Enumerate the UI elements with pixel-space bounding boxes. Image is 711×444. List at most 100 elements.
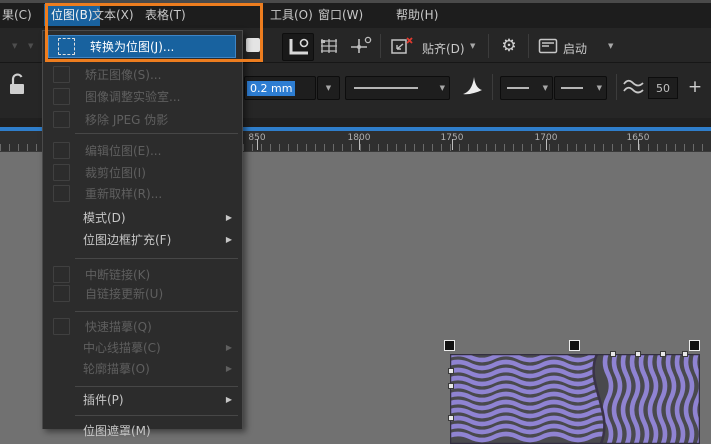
submenu-arrow-icon: ▶: [226, 235, 232, 244]
unlock-icon: [6, 70, 28, 98]
toolbar-separator: [380, 34, 381, 58]
arrowhead-preview: [561, 87, 583, 89]
submenu-arrow-icon: ▶: [226, 213, 232, 222]
curve-node[interactable]: [682, 351, 688, 357]
selection-handle-top-left[interactable]: [444, 340, 455, 351]
menu-separator: [75, 133, 238, 134]
wave-value: 50: [656, 82, 670, 95]
snap-label[interactable]: 贴齐(D): [422, 40, 465, 57]
disabled-dropdown-icon: ▼: [28, 42, 33, 50]
propbar-separator: [492, 74, 493, 100]
outline-width-input[interactable]: 0.2 mm: [244, 76, 316, 100]
annotation-highlight-box: [45, 3, 263, 62]
launch-button-icon-area[interactable]: [536, 33, 560, 59]
toolbar-separator: [528, 34, 529, 58]
menu-item-resample[interactable]: 重新取样(R)...: [44, 183, 241, 204]
arrow-end-selector[interactable]: ▼: [554, 76, 607, 100]
options-button[interactable]: ⚙: [496, 33, 522, 59]
dynamic-guides-button[interactable]: [282, 33, 314, 61]
menu-item-crop-bitmap[interactable]: 裁剪位图(I): [44, 162, 241, 183]
resample-icon: [53, 185, 70, 202]
guidelines-button[interactable]: [346, 33, 374, 59]
menu-separator: [75, 415, 238, 416]
wavy-stripes-artwork: [450, 354, 700, 444]
line-style-preview: [354, 87, 418, 89]
ruler-major-tick: [257, 139, 258, 150]
menu-item-quick-trace[interactable]: 快速描摹(Q): [44, 316, 241, 337]
submenu-arrow-icon: ▶: [226, 364, 232, 373]
snap-off-button[interactable]: [388, 33, 416, 59]
selected-bitmap-object[interactable]: [450, 354, 700, 444]
launch-label[interactable]: 启动: [563, 40, 587, 57]
snap-dropdown-icon[interactable]: ▼: [470, 42, 475, 50]
curve-node[interactable]: [448, 383, 454, 389]
break-link-icon: [53, 266, 70, 283]
chevron-down-icon: ▼: [440, 84, 445, 92]
chevron-down-icon: ▼: [326, 84, 331, 92]
curve-node[interactable]: [610, 351, 616, 357]
guideline-cross-icon: [348, 36, 372, 56]
snap-icon: [390, 36, 415, 56]
quick-trace-icon: [53, 318, 70, 335]
arrowhead-preview: [507, 87, 529, 89]
submenu-arrow-icon: ▶: [226, 343, 232, 352]
launch-panel-icon: [538, 38, 558, 54]
gear-icon: ⚙: [501, 36, 516, 56]
menu-item-centerline-trace[interactable]: 中心线描摹(C) ▶: [44, 337, 241, 358]
menu-help[interactable]: 帮助(H): [396, 6, 438, 25]
menu-item-update-from-link[interactable]: 自链接更新(U): [44, 283, 241, 304]
menu-item-plugins[interactable]: 插件(P) ▶: [44, 389, 241, 410]
lock-ratio-button[interactable]: [6, 70, 28, 98]
menu-separator: [75, 258, 238, 259]
update-link-icon: [53, 285, 70, 302]
wave-icon: [622, 77, 646, 97]
ruler-major-tick: [638, 139, 639, 150]
menu-item-bitmap-mask-clipped[interactable]: 位图遮罩(M): [44, 420, 241, 441]
menu-item-image-adjustment-lab[interactable]: 图像调整实验室...: [44, 86, 241, 107]
outline-width-value: 0.2 mm: [247, 81, 295, 96]
increment-button[interactable]: +: [684, 75, 706, 99]
menu-item-edit-bitmap[interactable]: 编辑位图(E)...: [44, 140, 241, 161]
selection-handle-top-center[interactable]: [569, 340, 580, 351]
straighten-image-icon: [53, 66, 70, 83]
menu-separator: [75, 386, 238, 387]
menu-window[interactable]: 窗口(W): [318, 6, 363, 25]
edit-bitmap-icon: [53, 142, 70, 159]
submenu-arrow-icon: ▶: [226, 395, 232, 404]
grid-icon: [318, 37, 340, 55]
menu-item-outline-trace[interactable]: 轮廓描摹(O) ▶: [44, 358, 241, 379]
menu-item-break-link[interactable]: 中断链接(K): [44, 264, 241, 285]
menu-tools[interactable]: 工具(O): [270, 6, 313, 25]
chevron-down-icon: ▼: [597, 84, 602, 92]
launch-dropdown-icon[interactable]: ▼: [608, 42, 613, 50]
image-adjustment-lab-icon: [53, 88, 70, 105]
menu-item-remove-jpeg-artifacts[interactable]: 移除 JPEG 伪影: [44, 109, 241, 130]
curve-node[interactable]: [660, 351, 666, 357]
brush-stroke-button[interactable]: [460, 74, 484, 98]
outline-width-dropdown[interactable]: ▼: [317, 76, 340, 100]
ruler-major-tick: [452, 139, 453, 150]
ruler-major-tick: [546, 139, 547, 150]
menu-separator: [75, 311, 238, 312]
menu-effects-clipped[interactable]: 果(C): [2, 6, 32, 25]
arrow-start-selector[interactable]: ▼: [500, 76, 553, 100]
toolbar-separator: [488, 34, 489, 58]
selection-handle-top-right[interactable]: [689, 340, 700, 351]
wave-value-input[interactable]: 50: [648, 77, 678, 99]
brush-swoosh-icon: [460, 74, 484, 98]
corner-ruler-icon: [285, 36, 311, 58]
curve-node[interactable]: [448, 368, 454, 374]
wave-smoothing-control: [622, 77, 646, 97]
chevron-down-icon: ▼: [543, 84, 548, 92]
ruler-major-tick: [359, 139, 360, 150]
crop-bitmap-icon: [53, 164, 70, 181]
menu-item-inflate-bitmap[interactable]: 位图边框扩充(F) ▶: [44, 229, 241, 250]
plus-icon: +: [688, 77, 702, 97]
line-style-selector[interactable]: ▼: [345, 76, 450, 100]
menu-item-mode[interactable]: 模式(D) ▶: [44, 207, 241, 228]
curve-node[interactable]: [448, 415, 454, 421]
remove-jpeg-artifacts-icon: [53, 111, 70, 128]
grid-button[interactable]: [316, 33, 342, 59]
curve-node[interactable]: [635, 351, 641, 357]
menu-item-straighten-image[interactable]: 矫正图像(S)...: [44, 64, 241, 85]
